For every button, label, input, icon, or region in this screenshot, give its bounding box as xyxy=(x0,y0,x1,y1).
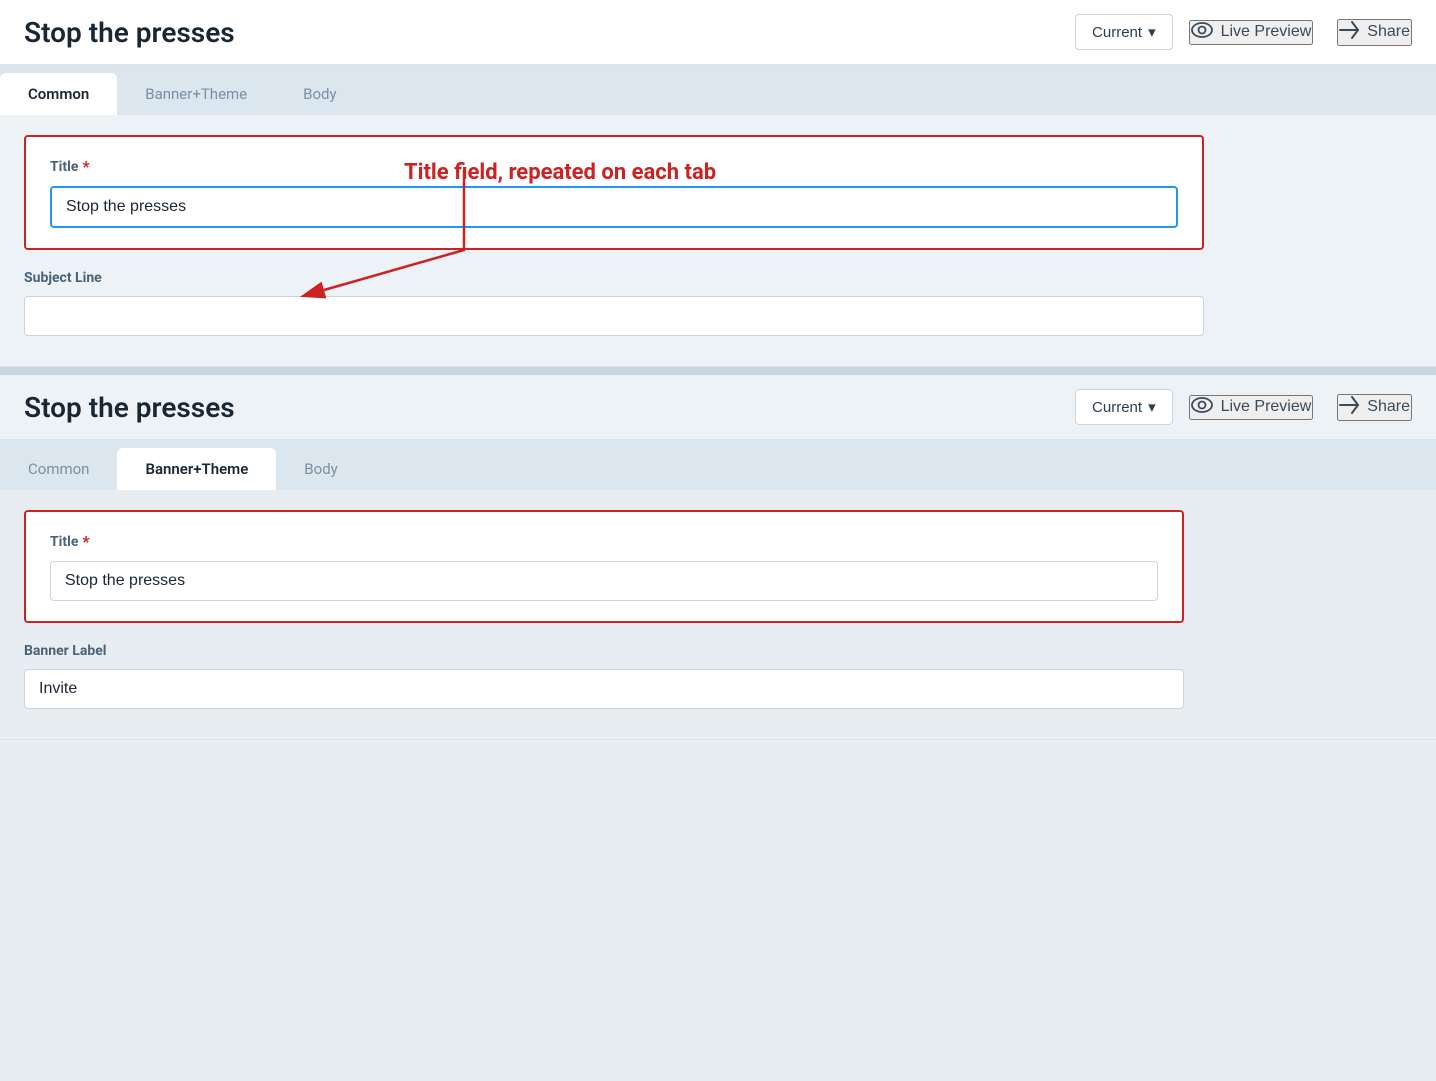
live-preview-button-2[interactable]: Live Preview xyxy=(1189,395,1314,420)
subject-area: Subject Line Title field, repeated on ea… xyxy=(24,270,1204,336)
live-preview-label-1: Live Preview xyxy=(1221,23,1312,41)
tabs-bar-1: Common Banner+Theme Body xyxy=(0,65,1436,115)
tab-banner-theme-1[interactable]: Banner+Theme xyxy=(117,73,275,115)
subject-line-label-1: Subject Line xyxy=(24,270,1204,286)
share-label-1: Share xyxy=(1367,23,1410,41)
title-form-card-1: Title * xyxy=(24,135,1204,250)
required-marker-1: * xyxy=(82,157,89,176)
current-dropdown-1[interactable]: Current ▾ xyxy=(1075,14,1173,50)
banner-label-section: Banner Label xyxy=(24,643,1184,709)
subject-line-input-1[interactable] xyxy=(24,296,1204,336)
page-title-1: Stop the presses xyxy=(24,16,1059,49)
title-field-label-2: Title * xyxy=(50,532,1158,551)
title-input-2[interactable] xyxy=(50,561,1158,601)
header-actions-1: Live Preview Share xyxy=(1189,19,1412,46)
share-button-1[interactable]: Share xyxy=(1337,19,1412,46)
chevron-down-icon-2: ▾ xyxy=(1148,398,1156,416)
panel-divider xyxy=(0,367,1436,375)
tab-common-1[interactable]: Common xyxy=(0,73,117,115)
eye-icon-1 xyxy=(1191,22,1213,43)
title-field-label-1: Title * xyxy=(50,157,1178,176)
chevron-down-icon-1: ▾ xyxy=(1148,23,1156,41)
panel-content-1: Title * Subject Line Ti xyxy=(0,115,1436,366)
banner-label-label: Banner Label xyxy=(24,643,1184,659)
panel-header-2: Stop the presses Current ▾ Live Preview xyxy=(0,375,1436,440)
panel-top: Stop the presses Current ▾ Live Preview xyxy=(0,0,1436,367)
panel-bottom: Stop the presses Current ▾ Live Preview xyxy=(0,375,1436,740)
current-dropdown-2[interactable]: Current ▾ xyxy=(1075,389,1173,425)
banner-label-input[interactable] xyxy=(24,669,1184,709)
share-icon-2 xyxy=(1339,396,1359,419)
panel-header-1: Stop the presses Current ▾ Live Preview xyxy=(0,0,1436,65)
title-input-1[interactable] xyxy=(50,186,1178,228)
required-marker-2: * xyxy=(82,532,89,551)
current-label-1: Current xyxy=(1092,24,1142,41)
page-title-2: Stop the presses xyxy=(24,391,1059,424)
share-label-2: Share xyxy=(1367,398,1410,416)
tab-banner-theme-2[interactable]: Banner+Theme xyxy=(117,448,276,490)
live-preview-button-1[interactable]: Live Preview xyxy=(1189,20,1314,45)
header-actions-2: Live Preview Share xyxy=(1189,394,1412,421)
panel-content-2: Title * Banner Label xyxy=(0,490,1436,739)
tab-body-1[interactable]: Body xyxy=(275,73,364,115)
tab-body-2[interactable]: Body xyxy=(276,448,365,490)
share-icon-1 xyxy=(1339,21,1359,44)
tab-common-2[interactable]: Common xyxy=(0,448,117,490)
title-form-card-2: Title * xyxy=(24,510,1184,623)
live-preview-label-2: Live Preview xyxy=(1221,398,1312,416)
eye-icon-2 xyxy=(1191,397,1213,418)
current-label-2: Current xyxy=(1092,399,1142,416)
share-button-2[interactable]: Share xyxy=(1337,394,1412,421)
tabs-bar-2: Common Banner+Theme Body xyxy=(0,440,1436,490)
